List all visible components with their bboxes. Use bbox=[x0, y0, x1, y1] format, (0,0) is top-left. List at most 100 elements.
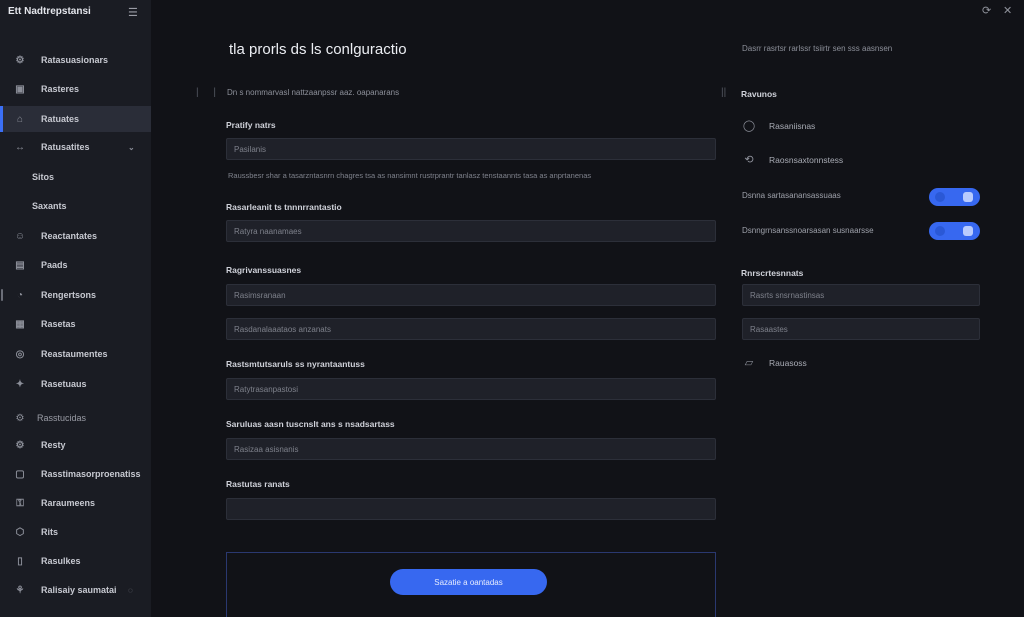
sidebar-item-label: Ratuates bbox=[41, 114, 80, 124]
info-icon: ◯ bbox=[742, 120, 756, 132]
divider-marks: | | bbox=[196, 87, 222, 98]
toggle-label: Dsnna sartasanansassuaas bbox=[742, 191, 841, 200]
text-field-0[interactable]: Pasilanis bbox=[226, 138, 716, 160]
sidebar-item-label: Rasteres bbox=[41, 84, 80, 94]
sidebar-item-8[interactable]: ◔ Rengertsons bbox=[0, 282, 151, 308]
sidebar-item-label: Saxants bbox=[32, 201, 67, 211]
sidebar-item-label: Reactantates bbox=[41, 231, 98, 241]
right-row-label: Rauasoss bbox=[769, 357, 807, 368]
question-icon: ⚘ bbox=[15, 584, 25, 596]
toggle-knob-on bbox=[963, 192, 973, 202]
sidebar-item-label: Ratasuasionars bbox=[41, 55, 109, 65]
sidebar-item-12[interactable]: ⚙ Rasstucidas bbox=[0, 405, 151, 431]
field-label: Rastutas ranats bbox=[226, 479, 290, 489]
scroll-indicator bbox=[1, 289, 3, 301]
sidebar-item-11[interactable]: ✦ Rasetuaus bbox=[0, 371, 151, 397]
field-label: Saruluas aasn tuscnslt ans s nsadsartass bbox=[226, 419, 395, 429]
text-field-5[interactable]: Rasizaa asisnanis bbox=[226, 438, 716, 460]
sidebar-item-label: Rengertsons bbox=[41, 290, 97, 300]
sidebar-item-7[interactable]: ▤ Paads bbox=[0, 252, 151, 278]
file-icon: ▤ bbox=[15, 259, 25, 271]
sidebar-item-10[interactable]: ◎ Reastaumentes bbox=[0, 341, 151, 367]
text-field-6[interactable] bbox=[226, 498, 716, 520]
toggle-knob-off bbox=[935, 192, 945, 202]
home-icon: ⌂ bbox=[16, 113, 24, 125]
info-small-icon: ◌ bbox=[128, 585, 133, 595]
sidebar-item-17[interactable]: ▯ Rasulkes bbox=[0, 548, 151, 574]
sidebar-item-label: Sitos bbox=[32, 172, 55, 182]
arrow-icon: ↔ bbox=[15, 141, 25, 153]
right-row-label: Rasaniisnas bbox=[769, 120, 816, 131]
toggle-label: Dsnngrnsanssnoarsasan susnaarsse bbox=[742, 226, 874, 235]
refresh-window-icon[interactable]: ⟳ bbox=[982, 4, 991, 17]
toggle-knob-on bbox=[963, 226, 973, 236]
right-panel-heading: Dasrr rasrtsr rarlssr tsiirtr sen sss aa… bbox=[742, 44, 893, 53]
sidebar-item-label: Rasstimasorproenatiss bbox=[41, 469, 141, 479]
right-text-field-0[interactable]: Rasrts snsrnastinsas bbox=[742, 284, 980, 306]
field-label: Rasarleanit ts tnnnrrantastio bbox=[226, 202, 342, 212]
right-doc-row[interactable]: ▱ Rauasoss bbox=[742, 356, 807, 369]
sidebar-item-6[interactable]: ☺ Reactantates bbox=[0, 223, 151, 249]
sidebar: Ett Nadtrepstansi ☰ ⚙ Ratasuasionars ▣ R… bbox=[0, 0, 151, 617]
divider-marks: || bbox=[721, 87, 727, 98]
sidebar-item-3[interactable]: ↔ Ratusatites ⌄ bbox=[0, 134, 151, 160]
folder-icon: ▢ bbox=[15, 468, 25, 480]
sliders-icon: ⚙ bbox=[15, 439, 25, 451]
sidebar-item-label: Reastaumentes bbox=[41, 349, 108, 359]
users-icon: ☺ bbox=[14, 230, 26, 242]
sidebar-item-14[interactable]: ▢ Rasstimasorproenatiss bbox=[0, 461, 151, 487]
sidebar-item-0[interactable]: ⚙ Ratasuasionars bbox=[0, 47, 151, 73]
settings-icon: ✦ bbox=[15, 378, 25, 390]
sidebar-item-1[interactable]: ▣ Rasteres bbox=[0, 76, 151, 102]
text-field-1[interactable]: Ratyra naanamaes bbox=[226, 220, 716, 242]
text-field-3[interactable]: Rasdanalaaataos anzanats bbox=[226, 318, 716, 340]
section-label: Dn s nommarvasl nattzaanpssr aaz. oapana… bbox=[227, 88, 400, 97]
sidebar-item-13[interactable]: ⚙ Resty bbox=[0, 432, 151, 458]
section-header: | | Dn s nommarvasl nattzaanpssr aaz. oa… bbox=[196, 87, 716, 101]
sidebar-item-label: Rasstucidas bbox=[37, 413, 87, 423]
sidebar-item-label: Ratusatites bbox=[41, 142, 90, 152]
toggle-knob-off bbox=[935, 226, 945, 236]
sidebar-item-label: Rasulkes bbox=[41, 556, 81, 566]
sidebar-item-label: Resty bbox=[41, 440, 66, 450]
globe-icon: ◎ bbox=[15, 348, 25, 360]
close-icon[interactable]: ✕ bbox=[1003, 4, 1012, 17]
sidebar-item-15[interactable]: ⚿ Raraumeens bbox=[0, 490, 151, 516]
field-label: Ragrivanssuasnes bbox=[226, 265, 302, 275]
calendar-icon: ▦ bbox=[15, 318, 25, 330]
grid-icon: ▣ bbox=[15, 83, 25, 95]
text-field-4[interactable]: Ratytrasanpastosi bbox=[226, 378, 716, 400]
menu-toggle-icon[interactable]: ☰ bbox=[128, 6, 138, 19]
sidebar-item-2[interactable]: ⌂ Ratuates bbox=[0, 106, 151, 132]
app-brand: Ett Nadtrepstansi bbox=[8, 6, 91, 17]
sidebar-item-9[interactable]: ▦ Rasetas bbox=[0, 311, 151, 337]
text-field-2[interactable]: Rasimsranaan bbox=[226, 284, 716, 306]
lock-icon: ▯ bbox=[17, 555, 23, 567]
right-row-1[interactable]: ⟲ Raosnsaxtonnstess bbox=[742, 153, 843, 166]
key-icon: ⚿ bbox=[16, 497, 24, 509]
sidebar-item-label: Raraumeens bbox=[41, 498, 96, 508]
sidebar-item-label: Paads bbox=[41, 260, 68, 270]
toggle-switch-1[interactable] bbox=[929, 222, 980, 240]
right-row-0[interactable]: ◯ Rasaniisnas bbox=[742, 119, 815, 132]
sidebar-item-16[interactable]: ⬡ Rits bbox=[0, 519, 151, 545]
sidebar-item-label: Rasetuaus bbox=[41, 379, 87, 389]
right-row-label: Raosnsaxtonnstess bbox=[769, 154, 844, 165]
sidebar-item-label: Rits bbox=[41, 527, 59, 537]
right-section-label: Rnrscrtesnnats bbox=[741, 268, 804, 278]
sidebar-item-label: Rasetas bbox=[41, 319, 76, 329]
bell-icon: ⚙ bbox=[15, 54, 25, 66]
refresh-icon: ⟲ bbox=[744, 154, 754, 166]
sidebar-subitem-0[interactable]: Sitos bbox=[0, 164, 151, 190]
sidebar-item-18[interactable]: ⚘ Ralisaiy saumatai ◌ bbox=[0, 577, 151, 603]
save-button[interactable]: Sazatie a oantadas bbox=[390, 569, 547, 595]
chart-icon: ◔ bbox=[16, 289, 24, 301]
right-text-field-1[interactable]: Rasaastes bbox=[742, 318, 980, 340]
box-icon: ⬡ bbox=[15, 526, 25, 538]
field-label: Rastsmtutsaruls ss nyrantaantuss bbox=[226, 359, 365, 369]
right-section-label: Ravunos bbox=[741, 89, 777, 99]
sidebar-subitem-1[interactable]: Saxants bbox=[0, 193, 151, 219]
sidebar-item-label: Ralisaiy saumatai bbox=[41, 585, 117, 595]
shield-icon: ⚙ bbox=[15, 412, 25, 424]
toggle-switch-0[interactable] bbox=[929, 188, 980, 206]
